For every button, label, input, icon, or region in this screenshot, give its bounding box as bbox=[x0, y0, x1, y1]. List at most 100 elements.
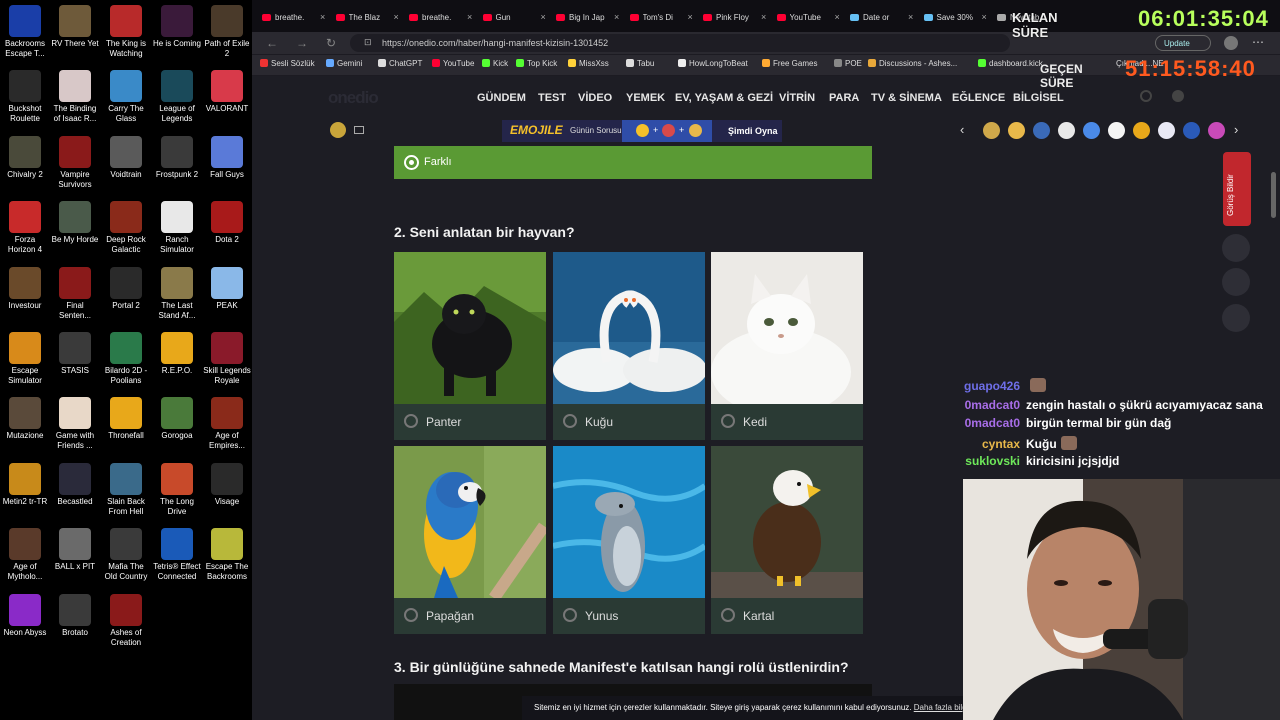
nav-item[interactable]: TV & SİNEMA bbox=[871, 92, 942, 104]
emoji-icon[interactable] bbox=[983, 122, 1000, 139]
bookmark-item[interactable]: Sesli Sözlük bbox=[260, 59, 315, 68]
profile-icon[interactable] bbox=[1224, 36, 1238, 50]
desktop-icon[interactable]: STASIS bbox=[50, 332, 100, 386]
desktop-icon[interactable]: Buckshot Roulette bbox=[0, 70, 50, 124]
desktop-icon[interactable]: BALL x PIT bbox=[50, 528, 100, 582]
desktop-icon[interactable]: Mutazione bbox=[0, 397, 50, 451]
desktop-icon[interactable]: Investour bbox=[0, 266, 50, 321]
desktop-icon[interactable]: The King is Watching bbox=[101, 5, 151, 59]
emojile-banner[interactable]: EMOJILE Günün Sorusu + + Şimdi Oyna bbox=[502, 120, 782, 142]
reload-icon[interactable]: ↻ bbox=[326, 36, 336, 50]
desktop-icon[interactable]: Gorogoa bbox=[152, 397, 202, 451]
desktop-icon[interactable]: Ranch Simulator bbox=[152, 201, 202, 255]
emoji-icon[interactable] bbox=[1083, 122, 1100, 139]
desktop-icon[interactable]: The Last Stand Af... bbox=[152, 266, 202, 321]
bookmark-item[interactable]: Discussions - Ashes... bbox=[868, 59, 957, 68]
bookmark-item[interactable]: Gemini bbox=[326, 59, 362, 68]
close-tab-icon[interactable]: × bbox=[908, 12, 918, 22]
close-tab-icon[interactable]: × bbox=[688, 12, 698, 22]
desktop-icon[interactable]: Mafia The Old Country bbox=[101, 528, 151, 582]
bookmark-item[interactable]: Tabu bbox=[626, 59, 654, 68]
browser-tab[interactable]: Date or × bbox=[846, 6, 918, 28]
browser-tab[interactable]: Tom's Di × bbox=[626, 6, 698, 28]
grid-icon[interactable] bbox=[330, 122, 346, 138]
browser-tab[interactable]: Pink Floy × bbox=[699, 6, 771, 28]
option-kedi[interactable]: Kedi bbox=[711, 252, 863, 440]
desktop-icon[interactable]: Age of Mytholo... bbox=[0, 528, 50, 582]
browser-tab[interactable]: Save 30% × bbox=[920, 6, 992, 28]
desktop-icon[interactable]: Backrooms Escape T... bbox=[0, 5, 50, 59]
search-icon[interactable] bbox=[1140, 90, 1152, 102]
desktop-icon[interactable]: Chivalry 2 bbox=[0, 135, 50, 190]
desktop-icon[interactable]: Path of Exile 2 bbox=[202, 5, 252, 59]
browser-tab[interactable]: YouTube × bbox=[773, 6, 845, 28]
site-logo[interactable]: onedio bbox=[328, 88, 379, 108]
desktop-icon[interactable]: Age of Empires... bbox=[202, 397, 252, 451]
desktop-icon[interactable]: Fall Guys bbox=[202, 135, 252, 190]
desktop-icon[interactable]: PEAK bbox=[202, 266, 252, 321]
browser-tab[interactable]: Big In Jap × bbox=[552, 6, 624, 28]
bookmark-item[interactable]: MissXss bbox=[568, 59, 609, 68]
emoji-icon[interactable] bbox=[1158, 122, 1175, 139]
option-kugu[interactable]: Kuğu bbox=[553, 252, 705, 440]
emoji-icon[interactable] bbox=[1133, 122, 1150, 139]
nav-item[interactable]: VİTRİN bbox=[779, 92, 815, 104]
desktop-icon[interactable]: He is Coming bbox=[152, 5, 202, 59]
chevron-left-icon[interactable]: ‹ bbox=[960, 122, 964, 137]
desktop-icon[interactable]: Voidtrain bbox=[101, 135, 151, 190]
desktop-icon[interactable]: League of Legends bbox=[152, 70, 202, 124]
desktop-icon[interactable]: Frostpunk 2 bbox=[152, 135, 202, 190]
update-button[interactable]: Update bbox=[1155, 35, 1211, 51]
bookmark-item[interactable]: POE bbox=[834, 59, 862, 68]
nav-item[interactable]: YEMEK bbox=[626, 92, 665, 104]
desktop-icon[interactable]: Skill Legends Royale bbox=[202, 332, 252, 386]
close-tab-icon[interactable]: × bbox=[614, 12, 624, 22]
forward-icon[interactable]: → bbox=[296, 36, 308, 50]
chevron-right-icon[interactable]: › bbox=[1234, 122, 1238, 137]
browser-tab[interactable]: The Blaz × bbox=[332, 6, 404, 28]
desktop-icon[interactable]: Be My Horde bbox=[50, 201, 100, 255]
nav-item[interactable]: BİLGİSEL bbox=[1013, 92, 1064, 104]
nav-item[interactable]: VİDEO bbox=[578, 92, 612, 104]
close-tab-icon[interactable]: × bbox=[835, 12, 845, 22]
desktop-icon[interactable]: Tetris® Effect Connected bbox=[152, 528, 202, 582]
desktop-icon[interactable]: Carry The Glass bbox=[101, 70, 151, 124]
desktop-icon[interactable]: Thronefall bbox=[101, 397, 151, 451]
desktop-icon[interactable]: The Binding of Isaac R... bbox=[50, 70, 100, 124]
browser-tab[interactable]: Gun × bbox=[479, 6, 551, 28]
back-icon[interactable]: ← bbox=[266, 36, 278, 50]
scrollbar[interactable] bbox=[1271, 172, 1276, 218]
option-kartal[interactable]: Kartal bbox=[711, 446, 863, 634]
close-tab-icon[interactable]: × bbox=[467, 12, 477, 22]
nav-item[interactable]: PARA bbox=[829, 92, 859, 104]
desktop-icon[interactable]: Deep Rock Galactic bbox=[101, 201, 151, 255]
feedback-button[interactable]: Görüş Bildir bbox=[1223, 152, 1251, 226]
nav-item[interactable]: EV, YAŞAM & GEZİ bbox=[675, 92, 773, 104]
option-yunus[interactable]: Yunus bbox=[553, 446, 705, 634]
option-papagan[interactable]: Papağan bbox=[394, 446, 546, 634]
bookmark-item[interactable]: Kick bbox=[482, 59, 508, 68]
browser-tab[interactable]: breathe. × bbox=[258, 6, 330, 28]
desktop-icon[interactable]: Bilardo 2D - Poolians bbox=[101, 332, 151, 386]
emoji-icon[interactable] bbox=[1058, 122, 1075, 139]
share-icon[interactable] bbox=[1222, 304, 1250, 332]
emoji-icon[interactable] bbox=[1108, 122, 1125, 139]
desktop-icon[interactable]: RV There Yet bbox=[50, 5, 100, 59]
nav-item[interactable]: TEST bbox=[538, 92, 566, 104]
desktop-icon[interactable]: Becastled bbox=[50, 462, 100, 517]
bookmark-item[interactable]: Top Kick bbox=[516, 59, 557, 68]
emoji-icon[interactable] bbox=[1208, 122, 1225, 139]
desktop-icon[interactable]: Brotato bbox=[50, 593, 100, 648]
desktop-icon[interactable]: Game with Friends ... bbox=[50, 397, 100, 451]
desktop-icon[interactable]: Visage bbox=[202, 462, 252, 517]
url-input[interactable]: https://onedio.com/haber/hangi-manifest-… bbox=[350, 34, 1010, 52]
comments-icon[interactable] bbox=[1222, 268, 1250, 296]
nav-item[interactable]: EĞLENCE bbox=[952, 92, 1005, 104]
cookie-more-link[interactable]: Daha fazla bilgi bbox=[914, 703, 969, 712]
desktop-icon[interactable]: Escape The Backrooms bbox=[202, 528, 252, 582]
desktop-icon[interactable]: Portal 2 bbox=[101, 266, 151, 321]
desktop-icon[interactable]: Ashes of Creation bbox=[101, 593, 151, 648]
close-tab-icon[interactable]: × bbox=[982, 12, 992, 22]
bookmark-item[interactable]: dashboard.kick bbox=[978, 59, 1043, 68]
menu-icon[interactable]: ⋯ bbox=[1252, 35, 1264, 49]
